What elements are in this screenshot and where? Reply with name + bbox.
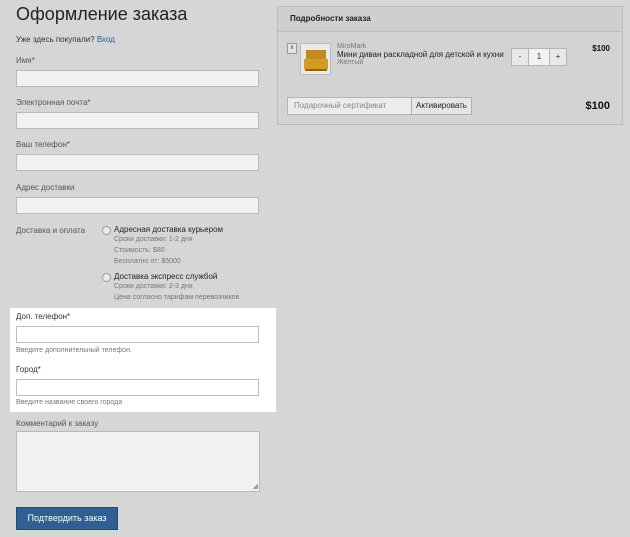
delivery-option-express-radio[interactable] (102, 273, 111, 282)
delivery-option-line: Бесплатно от: $5000 (114, 258, 181, 265)
submit-order-button[interactable]: Подтвердить заказ (16, 507, 118, 530)
email-label: Электронная почта* (16, 98, 91, 107)
extra-phone-hint: Введите дополнительный телефон. (16, 347, 132, 354)
delivery-option-title: Адресная доставка курьером (114, 225, 224, 234)
delivery-option-line: Сроки доставки: 1-2 дня (114, 236, 193, 243)
delivery-option-line: Стоимость: $80 (114, 247, 165, 254)
extra-phone-label: Доп. телефон* (16, 312, 71, 321)
name-input[interactable] (16, 70, 259, 87)
page-title: Оформление заказа (16, 4, 188, 24)
delivery-option-title: Доставка экспресс службой (114, 272, 218, 281)
product-name[interactable]: Мини диван раскладной для детской и кухн… (337, 50, 517, 59)
delivery-label: Доставка и оплата (16, 226, 86, 235)
city-label: Город* (16, 365, 41, 374)
sofa-seat-shape (304, 59, 328, 69)
order-details-heading: Подробности заказа (278, 7, 622, 32)
delivery-option-express: Доставка экспресс службой Сроки доставки… (114, 272, 239, 303)
name-label: Имя* (16, 56, 35, 65)
item-price: $100 (592, 44, 610, 53)
comment-textarea[interactable]: ◢ (16, 431, 260, 492)
city-hint: Введите название своего города (16, 399, 123, 406)
gift-certificate-input[interactable]: Подарочный сертификат (287, 97, 412, 115)
sofa-base-shape (305, 69, 327, 71)
email-input[interactable] (16, 112, 259, 129)
delivery-option-line: Цена согласно тарифам перевозчиков (114, 294, 240, 301)
comment-label: Комментарий к заказу (16, 419, 99, 428)
qty-increase-button[interactable]: + (549, 48, 567, 66)
address-label: Адрес доставки (16, 183, 75, 192)
returning-text: Уже здесь покупали? (16, 35, 95, 44)
delivery-option-courier: Адресная доставка курьером Сроки доставк… (114, 225, 223, 267)
delivery-option-courier-radio[interactable] (102, 226, 111, 235)
order-details-panel: Подробности заказа x MiroMark Мини диван… (277, 6, 623, 125)
order-total: $100 (585, 100, 610, 112)
remove-item-button[interactable]: x (287, 43, 297, 54)
qty-decrease-button[interactable]: - (511, 48, 529, 66)
login-link[interactable]: Вход (97, 35, 115, 44)
product-info: MiroMark Мини диван раскладной для детск… (337, 43, 517, 66)
address-input[interactable] (16, 197, 259, 214)
city-input[interactable] (16, 379, 259, 396)
phone-input[interactable] (16, 154, 259, 171)
qty-input[interactable]: 1 (528, 48, 550, 66)
resize-handle-icon[interactable]: ◢ (253, 482, 258, 490)
product-variant: Желтый (337, 59, 364, 66)
product-brand: MiroMark (337, 43, 367, 50)
highlight-panel (10, 308, 276, 412)
activate-certificate-button[interactable]: Активировать (411, 97, 472, 115)
delivery-option-line: Сроки доставки: 2-3 дня (114, 283, 193, 290)
phone-label: Ваш телефон* (16, 140, 70, 149)
extra-phone-input[interactable] (16, 326, 259, 343)
returning-customer-line: Уже здесь покупали? Вход (16, 35, 115, 44)
product-thumbnail[interactable] (300, 43, 331, 75)
